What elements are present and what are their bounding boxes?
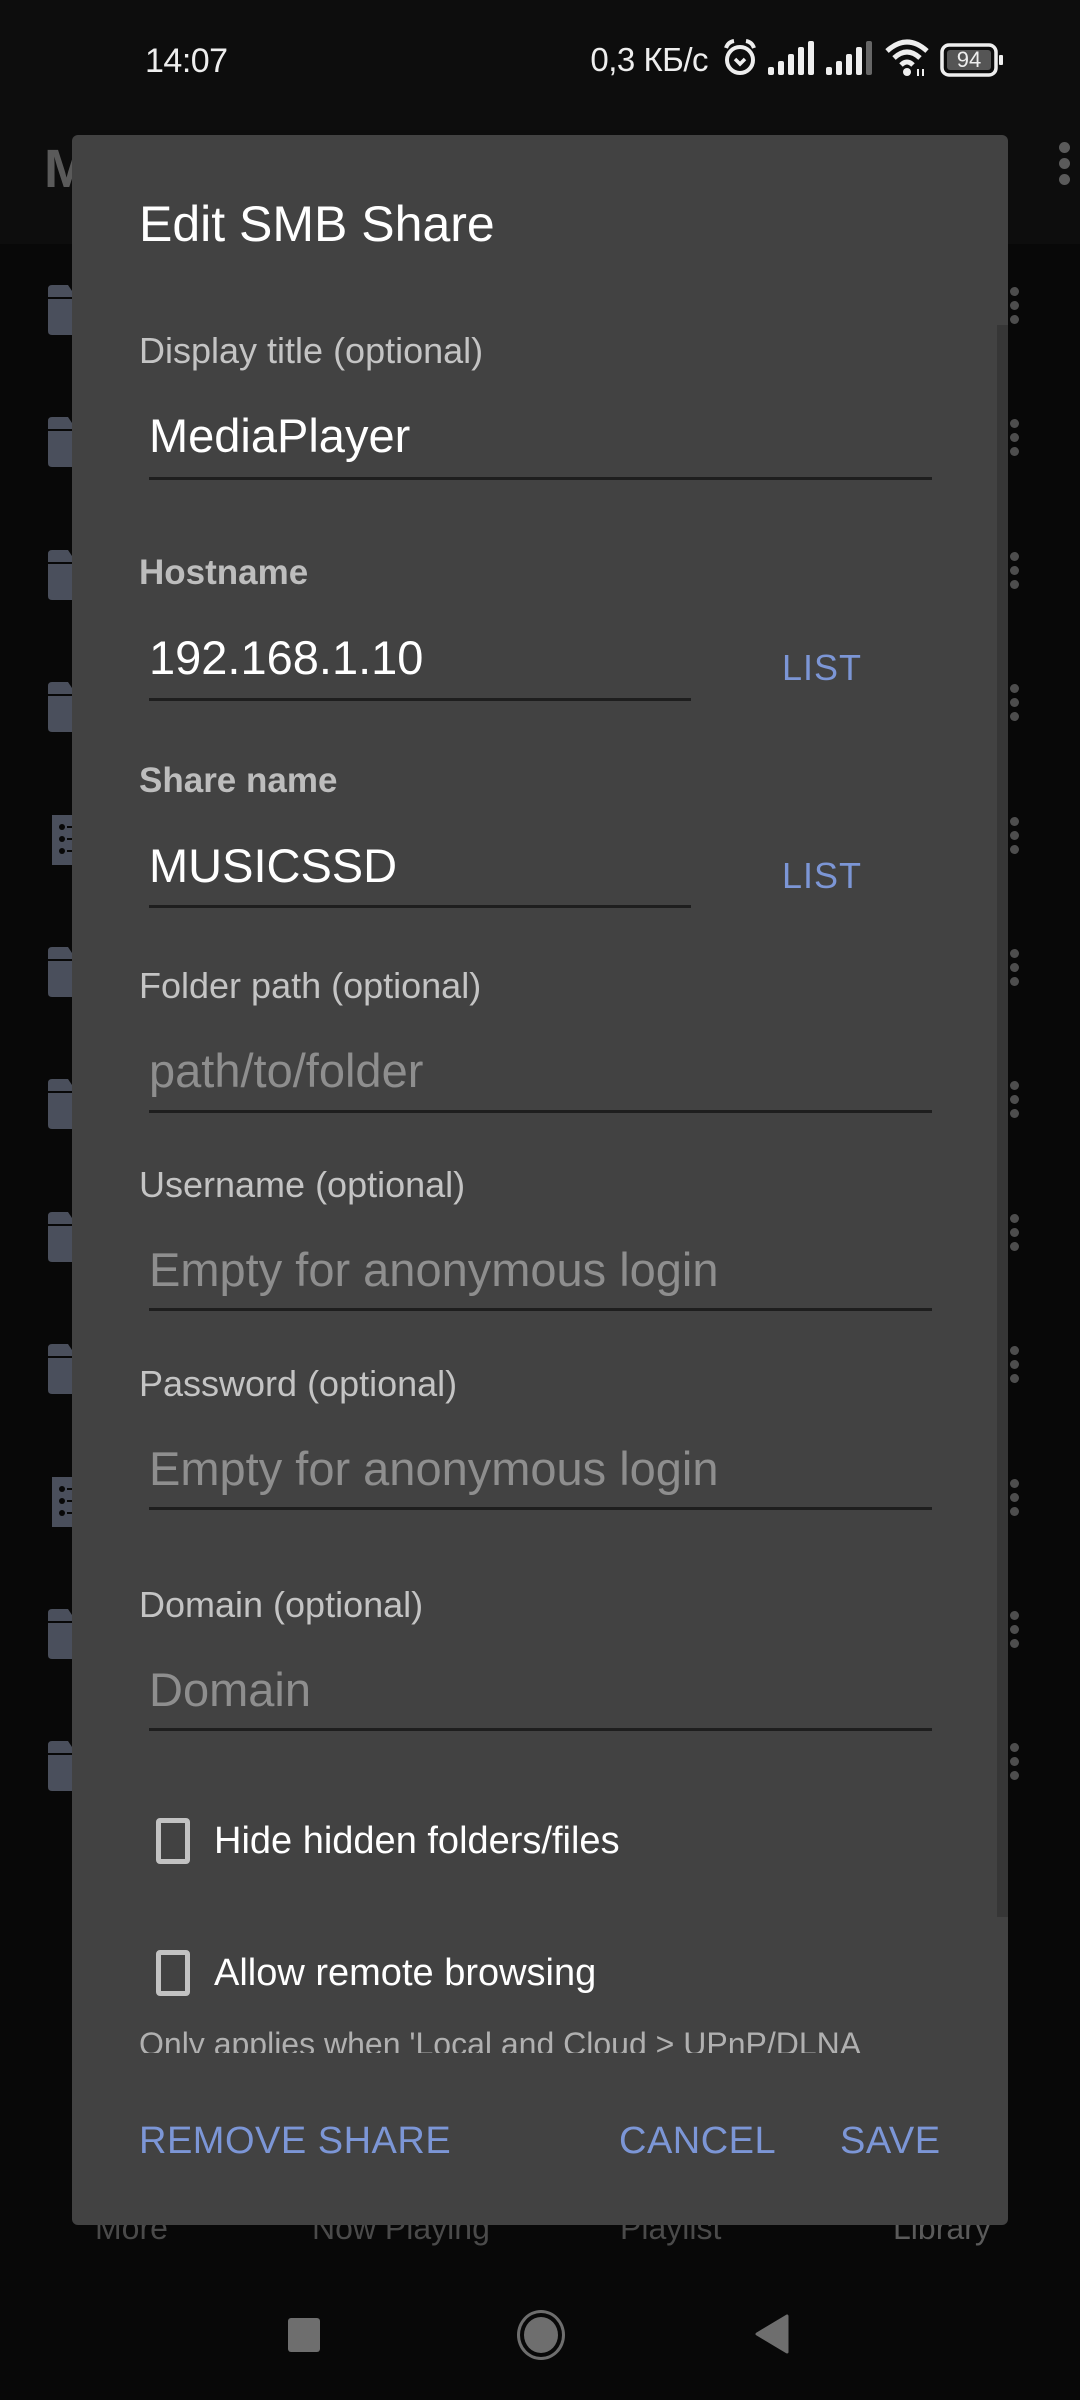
back-icon[interactable] [755,2314,789,2359]
share-name-underline [149,905,691,908]
folder-icon [48,285,72,340]
folder-icon [48,1344,72,1399]
hostname-underline [149,698,691,701]
share-name-label: Share name [139,761,338,800]
signal-sim1-icon [768,40,816,80]
hostname-input[interactable] [149,627,689,687]
hostname-label: Hostname [139,553,309,592]
hide-hidden-checkbox[interactable] [156,1818,190,1864]
folder-path-underline [149,1110,932,1113]
password-underline [149,1507,932,1510]
status-bar: 14:07 0,3 КБ/с 94 [0,0,1080,120]
hide-hidden-checkbox-row[interactable]: Hide hidden folders/files [156,1818,620,1864]
network-speed: 0,3 КБ/с [590,41,708,78]
display-title-label: Display title (optional) [139,330,484,371]
status-icons: 0,3 КБ/с 94 [590,38,1004,82]
share-name-list-button[interactable]: LIST [782,855,862,897]
password-input[interactable] [149,1438,929,1498]
signal-sim2-icon [826,40,874,80]
domain-underline [149,1728,932,1731]
folder-icon [48,550,72,605]
folder-icon [48,1079,72,1134]
folder-icon [48,682,72,737]
cancel-button[interactable]: CANCEL [619,2120,776,2163]
folder-icon [48,1609,72,1664]
item-more-options-icon[interactable] [1010,1611,1019,1653]
item-more-options-icon[interactable] [1010,552,1019,594]
item-more-options-icon[interactable] [1010,1214,1019,1256]
folder-icon [48,1741,72,1796]
item-more-options-icon[interactable] [1010,1743,1019,1785]
dialog-scrollbar[interactable] [997,325,1008,1917]
item-more-options-icon[interactable] [1010,1346,1019,1388]
username-input[interactable] [149,1239,929,1299]
battery-level: 94 [956,47,982,72]
password-label: Password (optional) [139,1363,458,1404]
wifi-icon [884,39,930,82]
item-more-options-icon[interactable] [1010,287,1019,329]
allow-remote-label: Allow remote browsing [214,1951,597,1994]
item-more-options-icon[interactable] [1010,684,1019,726]
item-more-options-icon[interactable] [1010,1081,1019,1123]
item-more-options-icon[interactable] [1010,419,1019,461]
playlist-icon [52,1477,72,1532]
status-time: 14:07 [145,42,228,80]
folder-icon [48,417,72,472]
allow-remote-checkbox-row[interactable]: Allow remote browsing [156,1950,596,1996]
display-title-underline [149,477,932,480]
playlist-icon [52,815,72,870]
hostname-list-button[interactable]: LIST [782,647,862,689]
save-button[interactable]: SAVE [840,2120,941,2163]
item-more-options-icon[interactable] [1010,1479,1019,1521]
folder-icon [48,947,72,1002]
edit-smb-share-dialog: Edit SMB Share Display title (optional) … [72,135,1008,2225]
remove-share-button[interactable]: REMOVE SHARE [139,2120,451,2163]
alarm-icon [722,38,758,82]
recents-icon[interactable] [288,2318,320,2352]
domain-label: Domain (optional) [139,1584,424,1625]
item-more-options-icon[interactable] [1010,949,1019,991]
domain-input[interactable] [149,1659,929,1719]
more-options-icon[interactable] [1059,142,1070,190]
username-underline [149,1308,932,1311]
allow-remote-checkbox[interactable] [156,1950,190,1996]
dialog-title: Edit SMB Share [139,196,495,252]
folder-path-label: Folder path (optional) [139,965,482,1006]
item-more-options-icon[interactable] [1010,817,1019,859]
battery-icon: 94 [940,43,1004,77]
folder-path-input[interactable] [149,1040,929,1100]
home-icon[interactable] [517,2310,565,2360]
folder-icon [48,1212,72,1267]
system-nav-bar [0,2280,1080,2400]
share-name-input[interactable] [149,835,689,895]
display-title-input[interactable] [149,405,929,465]
allow-remote-hint: Only applies when 'Local and Cloud > UPn… [139,2026,862,2053]
hide-hidden-label: Hide hidden folders/files [214,1819,620,1862]
username-label: Username (optional) [139,1164,466,1205]
